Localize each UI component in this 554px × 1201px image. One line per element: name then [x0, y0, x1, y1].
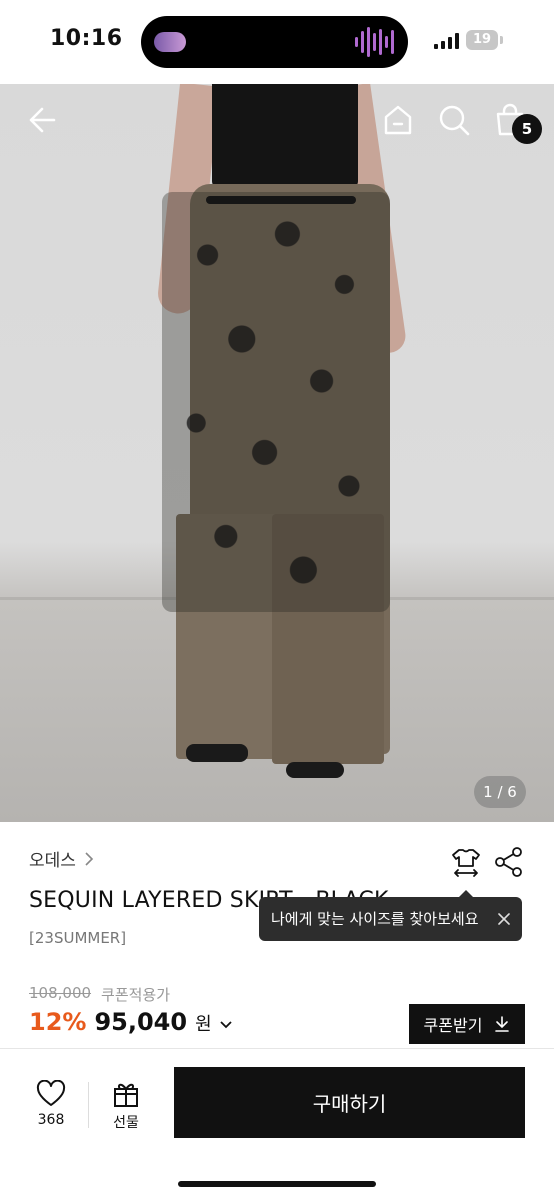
product-season: [23SUMMER] [29, 929, 127, 947]
currency-label: 원 [195, 1014, 212, 1035]
model-shoe [186, 744, 248, 762]
size-guide-button[interactable] [450, 846, 482, 878]
original-price-row: 108,000 쿠폰적용가 [29, 984, 170, 1005]
share-button[interactable] [494, 846, 524, 878]
divider [88, 1082, 89, 1128]
size-guide-icon [452, 849, 480, 877]
sale-price: 95,040 [94, 1008, 188, 1036]
product-image[interactable]: 5 1 / 6 [0, 84, 554, 822]
discount-rate: 12% [29, 1008, 87, 1036]
model-top [212, 84, 358, 189]
audio-waveform-icon [355, 27, 394, 57]
close-icon[interactable] [496, 911, 512, 927]
download-icon [495, 1016, 510, 1032]
image-page-indicator: 1 / 6 [474, 776, 526, 808]
now-playing-thumbnail [154, 32, 186, 52]
coupon-download-button[interactable]: 쿠폰받기 [409, 1004, 525, 1044]
gift-label: 선물 [113, 1115, 139, 1131]
gift-button[interactable]: 선물 [104, 1080, 148, 1132]
buy-button[interactable]: 구매하기 [174, 1067, 525, 1138]
search-button[interactable] [434, 100, 474, 140]
gift-icon [114, 1083, 138, 1107]
battery-icon: 19 [466, 30, 498, 50]
tooltip-text: 나에게 맞는 사이즈를 찾아보세요 [271, 910, 479, 928]
battery-tip [500, 36, 503, 44]
coupon-button-label: 쿠폰받기 [423, 1016, 483, 1035]
original-price: 108,000 [29, 984, 92, 1002]
heart-icon [36, 1079, 66, 1106]
cart-count-badge: 5 [512, 114, 542, 144]
sequin-lace-skirt [162, 192, 390, 612]
coupon-price-label: 쿠폰적용가 [101, 986, 171, 1004]
brand-link[interactable]: 오데스 [29, 846, 94, 871]
back-button[interactable] [24, 100, 64, 140]
share-icon [495, 847, 522, 877]
brand-name: 오데스 [29, 851, 76, 871]
like-count: 368 [37, 1112, 65, 1128]
size-tooltip: 나에게 맞는 사이즈를 찾아보세요 [259, 890, 522, 941]
waist-tie [206, 196, 356, 204]
signal-icon [434, 33, 459, 49]
home-icon [384, 105, 412, 135]
price-row[interactable]: 12% 95,040 원 [29, 1008, 232, 1036]
status-time: 10:16 [50, 26, 123, 51]
home-indicator [178, 1181, 376, 1187]
dynamic-island [141, 16, 408, 68]
model-shoe [286, 762, 344, 778]
status-bar: 10:16 19 [0, 0, 554, 84]
chevron-right-icon [85, 851, 94, 866]
search-icon [439, 105, 470, 136]
back-arrow-icon [29, 107, 56, 133]
home-button[interactable] [378, 100, 418, 140]
chevron-down-icon [220, 1021, 232, 1029]
like-button[interactable]: 368 [30, 1079, 72, 1128]
